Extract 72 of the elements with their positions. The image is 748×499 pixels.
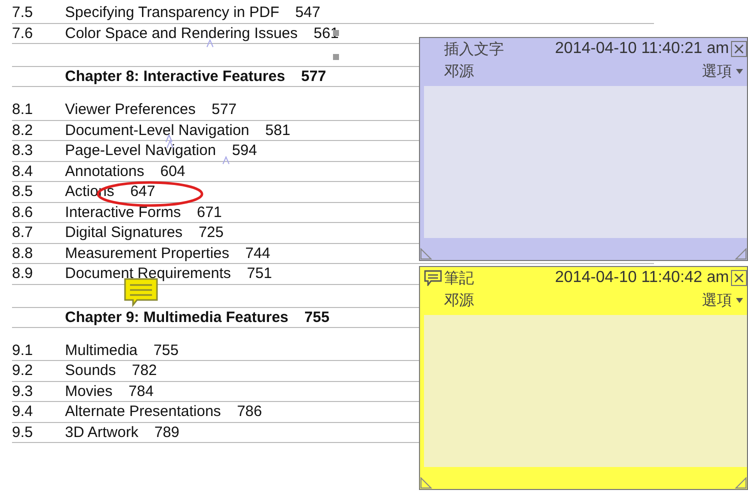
toc-entry-link[interactable]: Movies xyxy=(65,382,113,400)
toc-entry-link[interactable]: Sounds xyxy=(65,362,116,380)
toc-entry-link[interactable]: Digital Signatures xyxy=(65,224,183,242)
timestamp: 2014-04-10 11:40:21 am xyxy=(554,40,729,58)
toc-entry-link[interactable]: Alternate Presentations xyxy=(65,403,221,420)
author-name: 邓源 xyxy=(444,62,474,80)
page-number: 647 xyxy=(130,183,156,200)
section-number: 9.1 xyxy=(12,342,34,359)
toc-entry-link[interactable]: Measurement Properties xyxy=(65,244,230,262)
page-number: 784 xyxy=(128,382,154,400)
dropdown-caret-icon xyxy=(736,68,743,74)
resize-grip-icon xyxy=(420,477,432,489)
caret-icon xyxy=(222,156,230,165)
toc-entry-link[interactable]: Document Requirements xyxy=(65,265,231,282)
note-text-field[interactable] xyxy=(424,86,747,238)
page-number: 725 xyxy=(198,224,224,242)
resize-grip-icon xyxy=(735,248,747,260)
section-number: 8.8 xyxy=(12,244,34,262)
toc-entry-link[interactable]: Color Space and Rendering Issues xyxy=(65,24,298,42)
page-number: 577 xyxy=(301,68,326,85)
section-number: 8.6 xyxy=(12,204,34,221)
toc-entry-link[interactable]: 3D Artwork xyxy=(65,424,138,441)
section-number: 9.4 xyxy=(12,403,34,420)
page-number: 755 xyxy=(304,308,330,326)
options-menu[interactable]: 選項 xyxy=(702,62,732,80)
chapter-heading: Chapter 9: Multimedia Features xyxy=(65,308,288,326)
square-marker xyxy=(333,54,339,60)
page-number: 755 xyxy=(154,342,179,359)
toc-entry-link[interactable]: Multimedia xyxy=(65,342,138,359)
square-marker xyxy=(333,30,339,36)
comment-icon xyxy=(424,270,442,286)
section-number: 8.4 xyxy=(12,162,34,180)
timestamp: 2014-04-10 11:40:42 am xyxy=(554,269,729,287)
dropdown-caret-icon xyxy=(736,298,743,302)
note-text-field[interactable] xyxy=(424,315,747,467)
page-number: 671 xyxy=(196,204,222,221)
page-number: 789 xyxy=(154,424,180,441)
page-number: 594 xyxy=(232,142,257,160)
section-number: 8.5 xyxy=(12,183,34,200)
section-number: 8.2 xyxy=(12,122,34,139)
toc-entry-link[interactable]: Document-Level Navigation xyxy=(65,122,250,139)
section-number: 8.3 xyxy=(12,142,34,160)
author-name: 邓源 xyxy=(444,290,474,310)
resize-grip-icon xyxy=(735,477,747,489)
close-icon[interactable] xyxy=(731,270,747,286)
section-number: 8.9 xyxy=(12,265,34,282)
section-number: 9.2 xyxy=(12,362,34,380)
section-number: 8.1 xyxy=(12,101,34,118)
chapter-heading: Chapter 8: Interactive Features xyxy=(65,68,286,85)
note-type: 筆記 xyxy=(444,268,474,288)
page-number: 547 xyxy=(295,4,320,22)
section-number: 8.7 xyxy=(12,224,34,242)
options-menu[interactable]: 選項 xyxy=(702,290,732,310)
section-number: 9.5 xyxy=(12,424,34,441)
page-number: 744 xyxy=(245,244,270,262)
section-number: 7.6 xyxy=(12,24,34,42)
toc-entry-link[interactable]: Specifying Transparency in PDF xyxy=(65,4,280,22)
resize-grip-icon xyxy=(420,248,432,260)
section-number: 9.3 xyxy=(12,382,34,400)
page-number: 604 xyxy=(160,162,186,180)
toc-entry-link[interactable]: Viewer Preferences xyxy=(65,101,196,118)
section-number: 7.5 xyxy=(12,4,34,22)
note-type: 插入文字 xyxy=(444,40,504,58)
toc-entry-link[interactable]: Annotations xyxy=(65,162,144,180)
close-icon[interactable] xyxy=(731,41,747,57)
page-number: 751 xyxy=(246,265,272,282)
page-number: 786 xyxy=(236,403,262,420)
toc-entry-link[interactable]: Page-Level Navigation xyxy=(65,142,216,160)
page-number: 782 xyxy=(132,362,157,380)
page-number: 577 xyxy=(212,101,237,118)
toc-entry-link[interactable]: Interactive Forms xyxy=(65,204,181,221)
page-number: 581 xyxy=(265,122,290,139)
